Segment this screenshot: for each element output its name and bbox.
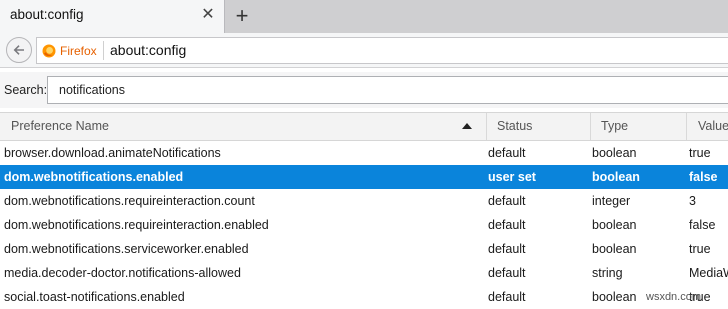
preferences-table: Preference Name Status Type Value browse… xyxy=(0,112,728,309)
status-cell: default xyxy=(488,146,526,160)
sort-ascending-icon xyxy=(462,123,472,129)
status-cell: default xyxy=(488,290,526,304)
type-cell: boolean xyxy=(592,170,640,184)
preference-name-cell: dom.webnotifications.serviceworker.enabl… xyxy=(4,242,249,256)
tab-title: about:config xyxy=(10,7,84,22)
type-cell: string xyxy=(592,266,623,280)
navigation-bar: Firefox about:config xyxy=(0,33,728,68)
value-cell: false xyxy=(689,218,716,232)
tab-close-icon[interactable]: ✕ xyxy=(201,5,215,25)
url-bar[interactable]: Firefox about:config xyxy=(36,37,728,64)
type-cell: boolean xyxy=(592,146,637,160)
preference-name-cell: media.decoder-doctor.notifications-allow… xyxy=(4,266,241,280)
table-body: browser.download.animateNotifications def… xyxy=(0,141,728,309)
status-cell: default xyxy=(488,266,526,280)
table-row[interactable]: media.decoder-doctor.notifications-allow… xyxy=(0,261,728,285)
value-cell: true xyxy=(689,146,711,160)
preference-name-cell: dom.webnotifications.requireinteraction.… xyxy=(4,194,255,208)
status-cell: default xyxy=(488,194,526,208)
back-button[interactable] xyxy=(6,37,32,63)
search-label: Search: xyxy=(4,83,48,97)
status-cell: default xyxy=(488,218,526,232)
preference-name-cell: social.toast-notifications.enabled xyxy=(4,290,185,304)
value-cell: MediaW xyxy=(689,266,728,280)
new-tab-button[interactable]: + xyxy=(231,2,253,30)
table-row[interactable]: dom.webnotifications.requireinteraction.… xyxy=(0,213,728,237)
table-row[interactable]: dom.webnotifications.serviceworker.enabl… xyxy=(0,237,728,261)
value-cell: true xyxy=(689,242,711,256)
back-arrow-icon xyxy=(13,45,24,55)
column-header-value[interactable]: Value xyxy=(686,113,728,140)
table-header: Preference Name Status Type Value xyxy=(0,112,728,141)
type-cell: integer xyxy=(592,194,631,208)
value-cell: 3 xyxy=(689,194,696,208)
preference-name-cell: dom.webnotifications.enabled xyxy=(4,170,184,184)
column-header-type[interactable]: Type xyxy=(590,113,628,140)
status-cell: default xyxy=(488,242,526,256)
table-row[interactable]: browser.download.animateNotifications def… xyxy=(0,141,728,165)
column-header-status[interactable]: Status xyxy=(486,113,532,140)
search-row: Search: xyxy=(0,72,728,108)
value-cell: false xyxy=(689,170,718,184)
type-cell: boolean xyxy=(592,242,637,256)
tab-strip: about:config ✕ + xyxy=(0,0,728,33)
search-input[interactable] xyxy=(47,76,728,104)
table-row[interactable]: dom.webnotifications.enabled user set bool… xyxy=(0,165,728,189)
url-text[interactable]: about:config xyxy=(110,42,186,58)
tab-about-config[interactable]: about:config ✕ xyxy=(0,0,225,33)
firefox-icon xyxy=(42,44,56,58)
preference-name-cell: browser.download.animateNotifications xyxy=(4,146,221,160)
watermark: wsxdn.com xyxy=(646,291,702,303)
identity-label: Firefox xyxy=(60,44,97,58)
type-cell: boolean xyxy=(592,218,637,232)
table-row[interactable]: dom.webnotifications.requireinteraction.… xyxy=(0,189,728,213)
table-row[interactable]: social.toast-notifications.enabled defaul… xyxy=(0,285,728,309)
column-header-preference-name[interactable]: Preference Name xyxy=(11,113,109,140)
status-cell: user set xyxy=(488,170,536,184)
url-separator xyxy=(103,41,104,60)
preference-name-cell: dom.webnotifications.requireinteraction.… xyxy=(4,218,269,232)
